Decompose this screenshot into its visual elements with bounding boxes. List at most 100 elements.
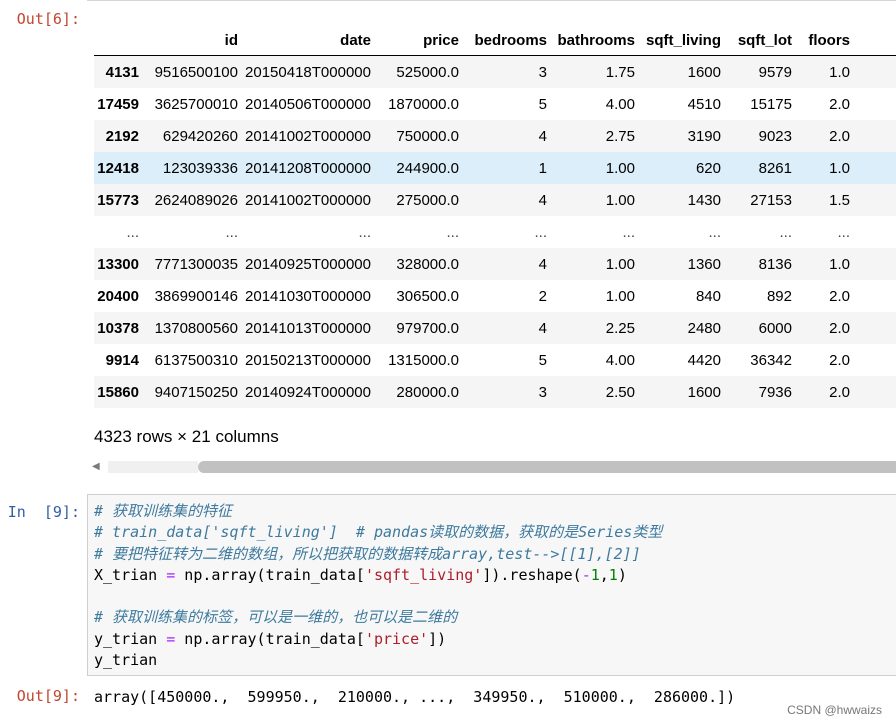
- table-cell: 27153: [750, 191, 792, 209]
- array-output: array([450000., 599950., 210000., ..., 3…: [94, 688, 736, 706]
- table-cell: ...: [534, 223, 547, 241]
- row-index: 12418: [97, 159, 139, 177]
- table-cell-clipped: [857, 120, 896, 152]
- code-token: X_trian: [94, 565, 167, 584]
- dataframe-output: id date price bedrooms bathrooms sqft_living s…: [94, 26, 896, 416]
- table-cell: 123039336: [162, 159, 238, 177]
- row-index: 4131: [105, 63, 139, 81]
- table-cell: 2.0: [829, 351, 850, 369]
- table-cell: 244900.0: [396, 159, 459, 177]
- table-cell: ...: [837, 223, 850, 241]
- row-index: 20400: [97, 287, 139, 305]
- row-index: 15773: [97, 191, 139, 209]
- table-cell: 2.50: [605, 383, 635, 401]
- table-cell: 20140506T000000: [245, 95, 371, 113]
- code-line: # 获取训练集的标签，可以是一维的，也可以是二维的: [94, 607, 662, 628]
- code-line: y_trian = np.array(train_data['price']): [94, 629, 662, 650]
- table-cell: ...: [779, 223, 792, 241]
- row-index: 13300: [97, 255, 139, 273]
- table-cell-clipped: [857, 88, 896, 120]
- table-cell: 20141013T000000: [245, 319, 371, 337]
- table-body: 4131 9516500100 20150418T000000 525000.0 3 1.…: [94, 55, 896, 408]
- code-token: 'sqft_living': [364, 565, 483, 584]
- code-line: # train_data['sqft_living'] # pandas读取的数…: [94, 522, 662, 543]
- table-cell: 4: [538, 319, 547, 337]
- code-token: ]): [428, 629, 447, 648]
- column-header: sqft_lot: [728, 26, 799, 56]
- column-header: bedrooms: [466, 26, 554, 56]
- dataframe-shape: 4323 rows × 21 columns: [94, 427, 279, 446]
- table-cell: 280000.0: [396, 383, 459, 401]
- cell-top-border: [87, 0, 896, 1]
- table-cell: 9516500100: [154, 63, 238, 81]
- column-header: sqft_living: [642, 26, 728, 56]
- code-token: # train_data['sqft_living'] # pandas读取的数…: [94, 523, 663, 542]
- table-cell-clipped: [857, 216, 896, 248]
- row-index: 17459: [97, 95, 139, 113]
- table-row: 12418 123039336 20141208T000000 244900.0 1 1.…: [94, 152, 896, 184]
- code-token: 1: [590, 565, 600, 584]
- column-header: id: [146, 26, 245, 56]
- table-cell: 1.00: [605, 159, 635, 177]
- code-token: -: [581, 565, 591, 584]
- code-cell-editor[interactable]: # 获取训练集的特征 # train_data['sqft_living'] # …: [87, 494, 896, 676]
- table-cell-clipped: [857, 280, 896, 312]
- code-editor[interactable]: # 获取训练集的特征 # train_data['sqft_living'] # …: [94, 501, 662, 671]
- table-cell: 4.00: [605, 351, 635, 369]
- table-cell: 1.00: [605, 191, 635, 209]
- table-cell: 1360: [687, 255, 721, 273]
- table-cell: 2480: [687, 319, 721, 337]
- table-cell: ...: [225, 223, 238, 241]
- column-header: price: [378, 26, 466, 56]
- scrollbar-track[interactable]: [108, 461, 198, 473]
- input-prompt: In [9]:: [7, 503, 80, 521]
- table-cell: 2.75: [605, 127, 635, 145]
- table-cell-clipped: [857, 376, 896, 408]
- table-cell: 2.0: [829, 95, 850, 113]
- table-cell: 2.0: [829, 127, 850, 145]
- table-cell: 4: [538, 127, 547, 145]
- dataframe-table: id date price bedrooms bathrooms sqft_living s…: [94, 26, 896, 408]
- code-line: X_trian = np.array(train_data['sqft_livi…: [94, 565, 662, 586]
- table-cell: ...: [708, 223, 721, 241]
- table-cell: 4420: [687, 351, 721, 369]
- column-header: wa: [857, 26, 896, 56]
- column-header: bathrooms: [554, 26, 642, 56]
- table-cell: 36342: [750, 351, 792, 369]
- table-cell: ...: [622, 223, 635, 241]
- code-token: =: [166, 629, 176, 648]
- table-row: ...........................: [94, 216, 896, 248]
- horizontal-scrollbar[interactable]: ◀: [90, 461, 896, 473]
- table-cell: 6137500310: [154, 351, 238, 369]
- table-cell: 8136: [758, 255, 792, 273]
- table-cell: 750000.0: [396, 127, 459, 145]
- table-cell: 1.5: [829, 191, 850, 209]
- code-token: =: [166, 565, 176, 584]
- code-token: y_trian: [94, 629, 167, 648]
- code-token: np.array(train_data[: [175, 629, 365, 648]
- table-cell: 5: [538, 351, 547, 369]
- table-row: 10378 1370800560 20141013T000000 979700.0 4 2…: [94, 312, 896, 344]
- table-cell: 7936: [758, 383, 792, 401]
- table-cell: 3869900146: [154, 287, 238, 305]
- table-cell: 979700.0: [396, 319, 459, 337]
- table-cell: 1430: [687, 191, 721, 209]
- table-cell: 2.0: [829, 287, 850, 305]
- table-row: 17459 3625700010 20140506T000000 1870000.0 5…: [94, 88, 896, 120]
- table-cell: 6000: [758, 319, 792, 337]
- table-cell: 620: [695, 159, 721, 177]
- table-cell: 1.0: [829, 255, 850, 273]
- table-cell: ...: [446, 223, 459, 241]
- scroll-left-icon[interactable]: ◀: [92, 462, 100, 472]
- table-cell: 9407150250: [154, 383, 238, 401]
- table-cell-clipped: [857, 56, 896, 89]
- table-cell: 20140925T000000: [245, 255, 371, 273]
- row-index: 2192: [105, 127, 139, 145]
- scrollbar-thumb[interactable]: [198, 461, 896, 473]
- table-cell: 1.0: [829, 159, 850, 177]
- output-prompt-9: Out[9]:: [16, 687, 80, 705]
- code-token: ,: [599, 565, 609, 584]
- table-cell: 1315000.0: [388, 351, 459, 369]
- code-token: np.array(train_data[: [175, 565, 365, 584]
- table-cell: 20141030T000000: [245, 287, 371, 305]
